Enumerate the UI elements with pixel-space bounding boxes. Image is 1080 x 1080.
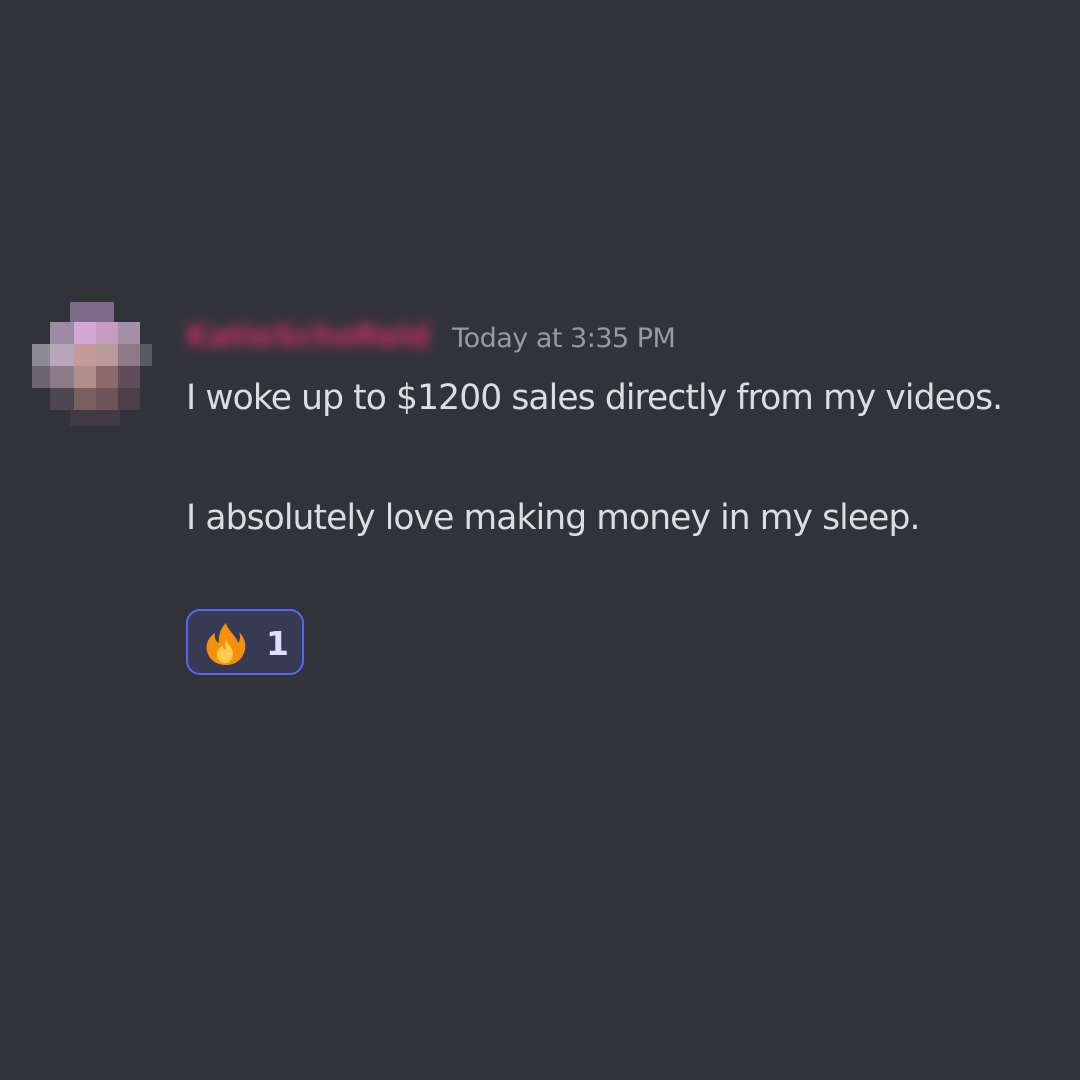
avatar-pixel <box>70 410 120 426</box>
reaction-button[interactable]: 1 <box>186 609 304 675</box>
timestamp[interactable]: Today at 3:35 PM <box>452 323 676 354</box>
message-content: I woke up to $1200 sales directly from m… <box>186 368 1066 548</box>
avatar-pixel <box>50 322 74 344</box>
avatar-pixel <box>32 366 50 388</box>
avatar-pixel <box>74 366 96 388</box>
message-header: KatieSchofield Today at 3:35 PM <box>186 314 676 358</box>
avatar-pixel <box>74 388 96 410</box>
avatar-pixel <box>32 344 50 366</box>
avatar-pixel <box>96 344 118 366</box>
avatar-pixel <box>118 366 140 388</box>
avatar-pixel <box>118 322 140 344</box>
avatar-pixel <box>118 344 140 366</box>
avatar[interactable] <box>32 302 152 426</box>
avatar-pixel <box>50 366 74 388</box>
avatar-pixel <box>70 302 114 322</box>
message-line: I woke up to $1200 sales directly from m… <box>186 378 1003 418</box>
avatar-pixel <box>74 344 96 366</box>
avatar-pixel <box>140 344 152 366</box>
avatar-pixel <box>96 366 118 388</box>
avatar-pixel <box>74 322 96 344</box>
username[interactable]: KatieSchofield <box>186 319 430 354</box>
avatar-pixel <box>118 388 140 410</box>
reaction-count: 1 <box>266 624 289 663</box>
avatar-pixel <box>96 322 118 344</box>
avatar-pixel <box>50 344 74 366</box>
avatar-pixel <box>96 388 118 410</box>
fire-icon <box>204 621 248 667</box>
line-break <box>186 428 1066 488</box>
avatar-pixel <box>50 388 74 410</box>
message-line: I absolutely love making money in my sle… <box>186 498 920 538</box>
chat-message: KatieSchofield Today at 3:35 PM I woke u… <box>0 0 1080 1080</box>
